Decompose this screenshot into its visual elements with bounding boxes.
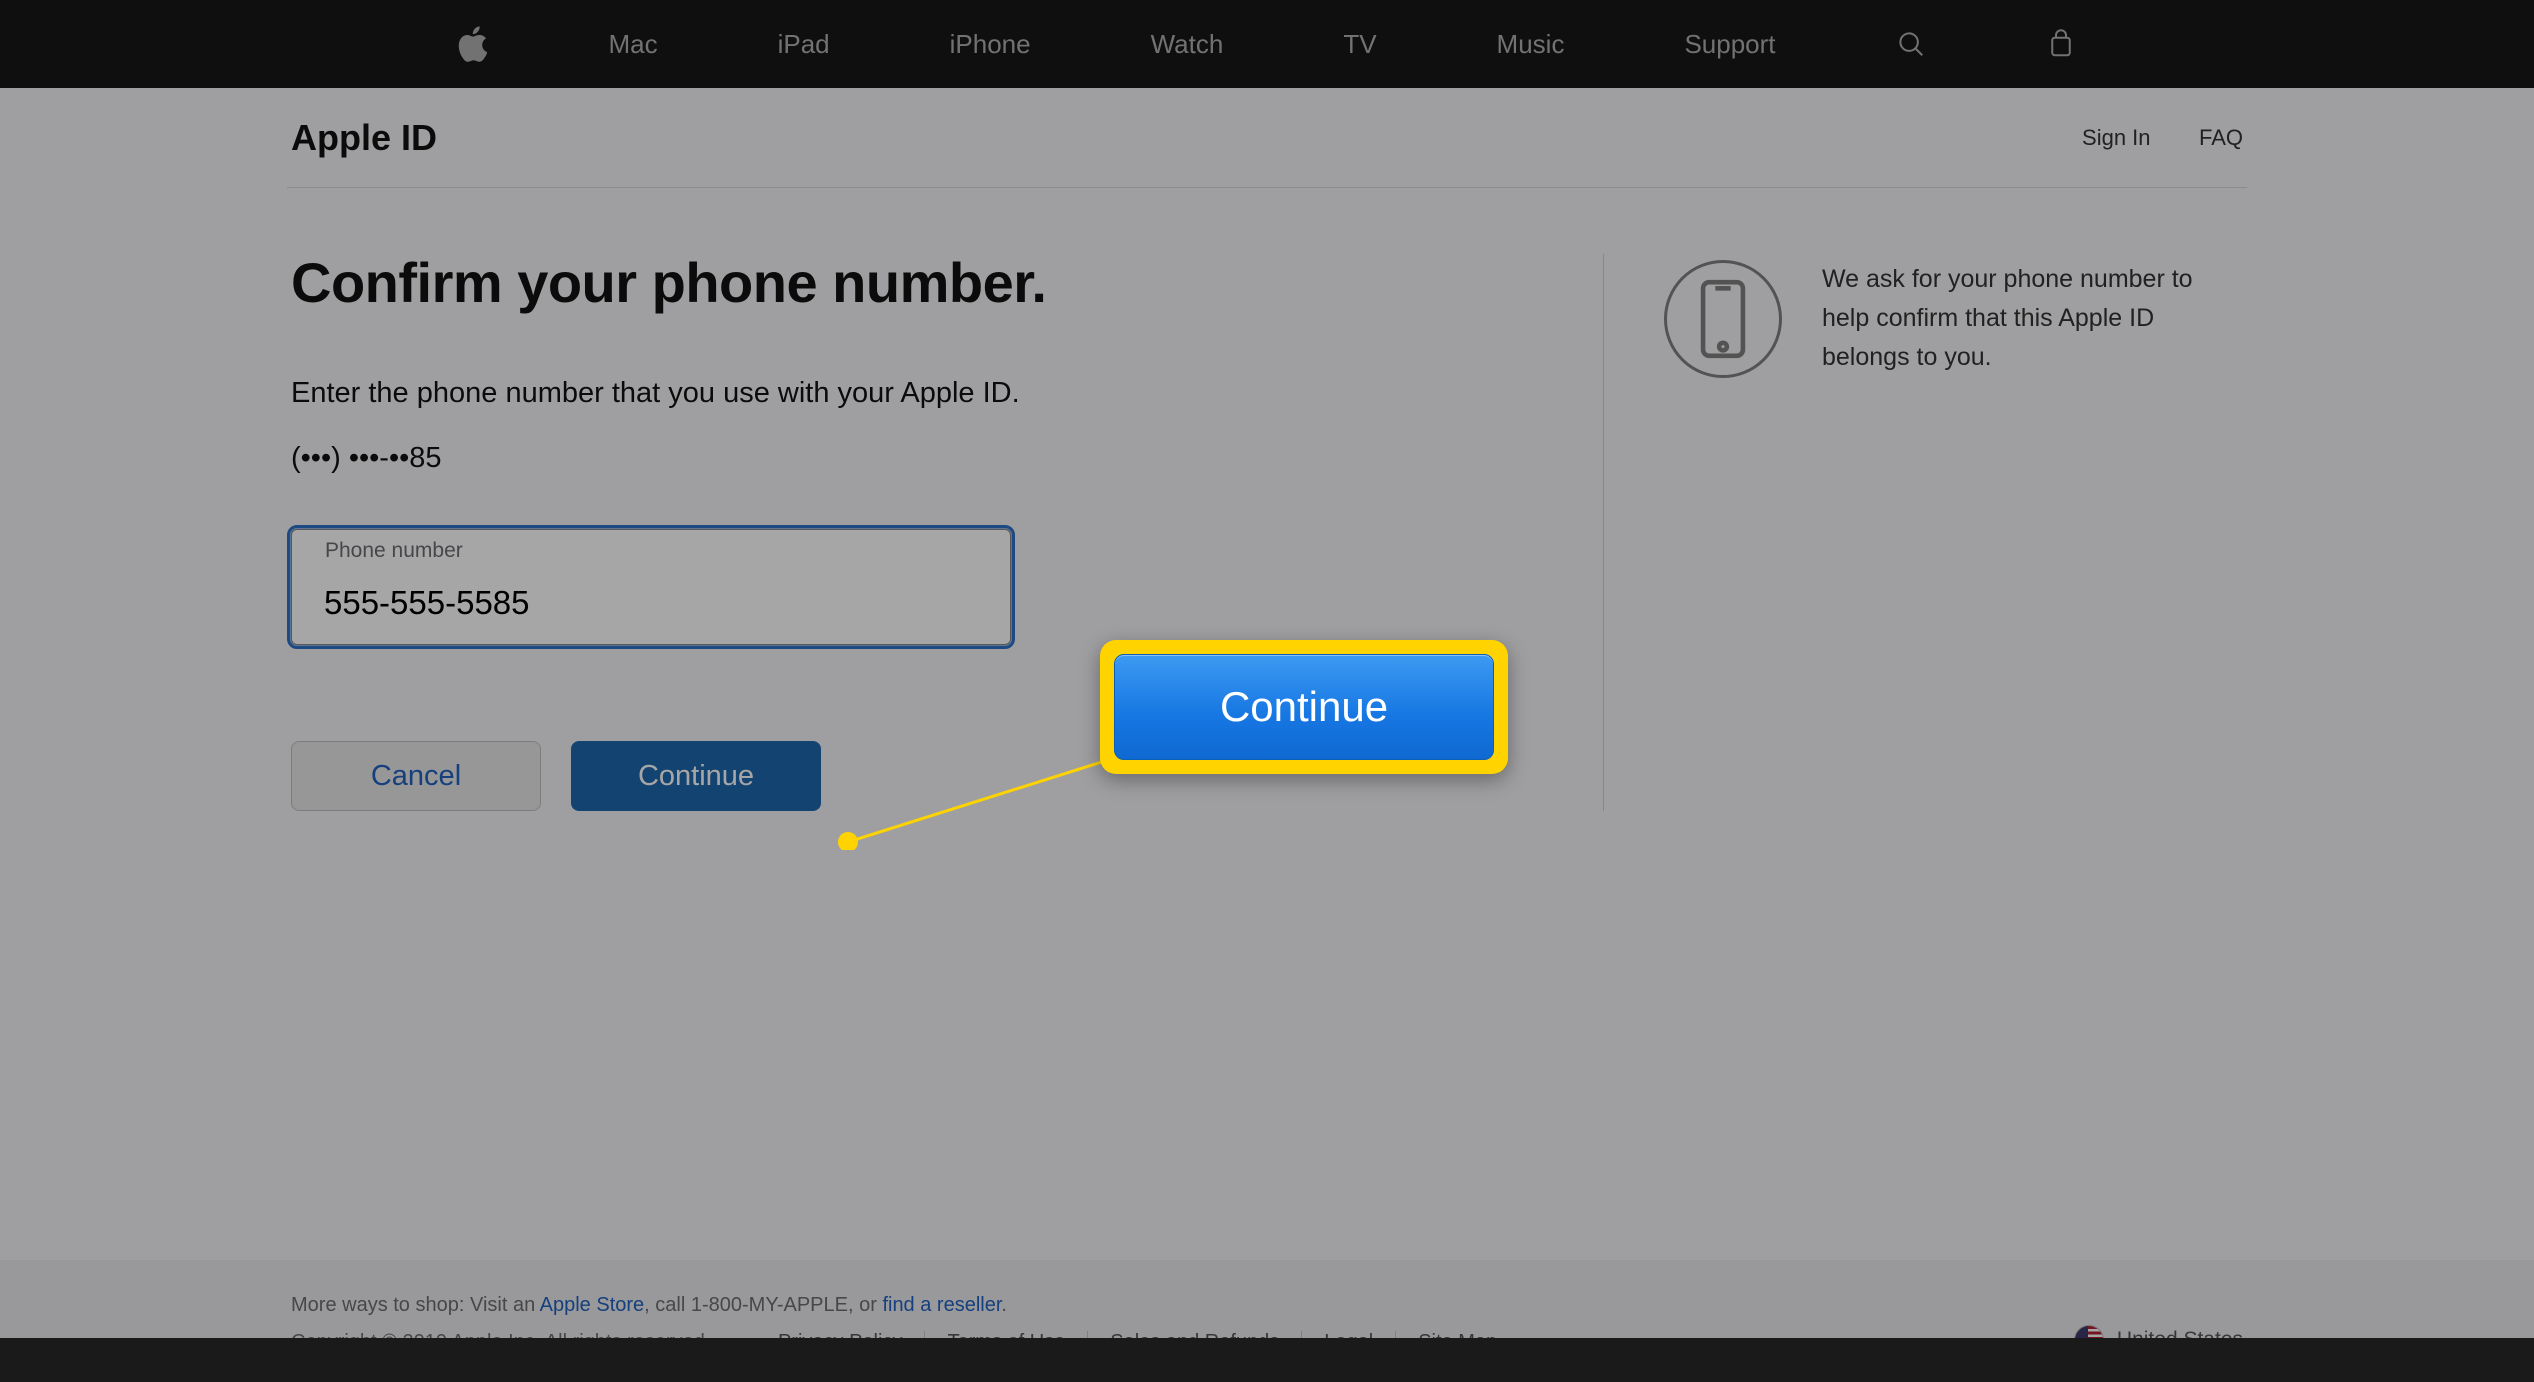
footer-text: . [1001,1294,1007,1316]
faq-link[interactable]: FAQ [2199,125,2243,150]
sub-header: Apple ID Sign In FAQ [287,88,2247,188]
page-title: Apple ID [291,117,437,159]
nav-ipad[interactable]: iPad [778,29,830,60]
masked-phone: (•••) •••-••85 [291,442,1603,475]
bag-icon[interactable] [2046,29,2076,59]
nav-tv[interactable]: TV [1343,29,1376,60]
apple-logo-icon[interactable] [458,26,488,62]
find-reseller-link[interactable]: find a reseller [882,1294,1001,1316]
letterbox-bar [0,1338,2534,1382]
callout-annotation: Continue [1100,640,1508,774]
page-heading: Confirm your phone number. [291,250,1603,315]
callout-continue-button[interactable]: Continue [1114,654,1494,760]
nav-support[interactable]: Support [1684,29,1775,60]
nav-watch[interactable]: Watch [1151,29,1224,60]
nav-music[interactable]: Music [1497,29,1565,60]
nav-mac[interactable]: Mac [608,29,657,60]
help-text: We ask for your phone number to help con… [1822,260,2243,811]
nav-iphone[interactable]: iPhone [950,29,1031,60]
global-nav: Mac iPad iPhone Watch TV Music Support [0,0,2534,88]
phone-icon [1664,260,1782,378]
instruction-text: Enter the phone number that you use with… [291,377,1603,410]
apple-store-link[interactable]: Apple Store [540,1294,645,1316]
footer-text: More ways to shop: Visit an [291,1294,540,1316]
footer-shop-row: More ways to shop: Visit an Apple Store,… [291,1294,2243,1317]
cancel-button[interactable]: Cancel [291,741,541,811]
sign-in-link[interactable]: Sign In [2082,125,2151,150]
phone-input-label: Phone number [325,539,463,563]
footer-text: , call 1-800-MY-APPLE, or [644,1294,882,1316]
continue-button[interactable]: Continue [571,741,821,811]
search-icon[interactable] [1896,29,1926,59]
